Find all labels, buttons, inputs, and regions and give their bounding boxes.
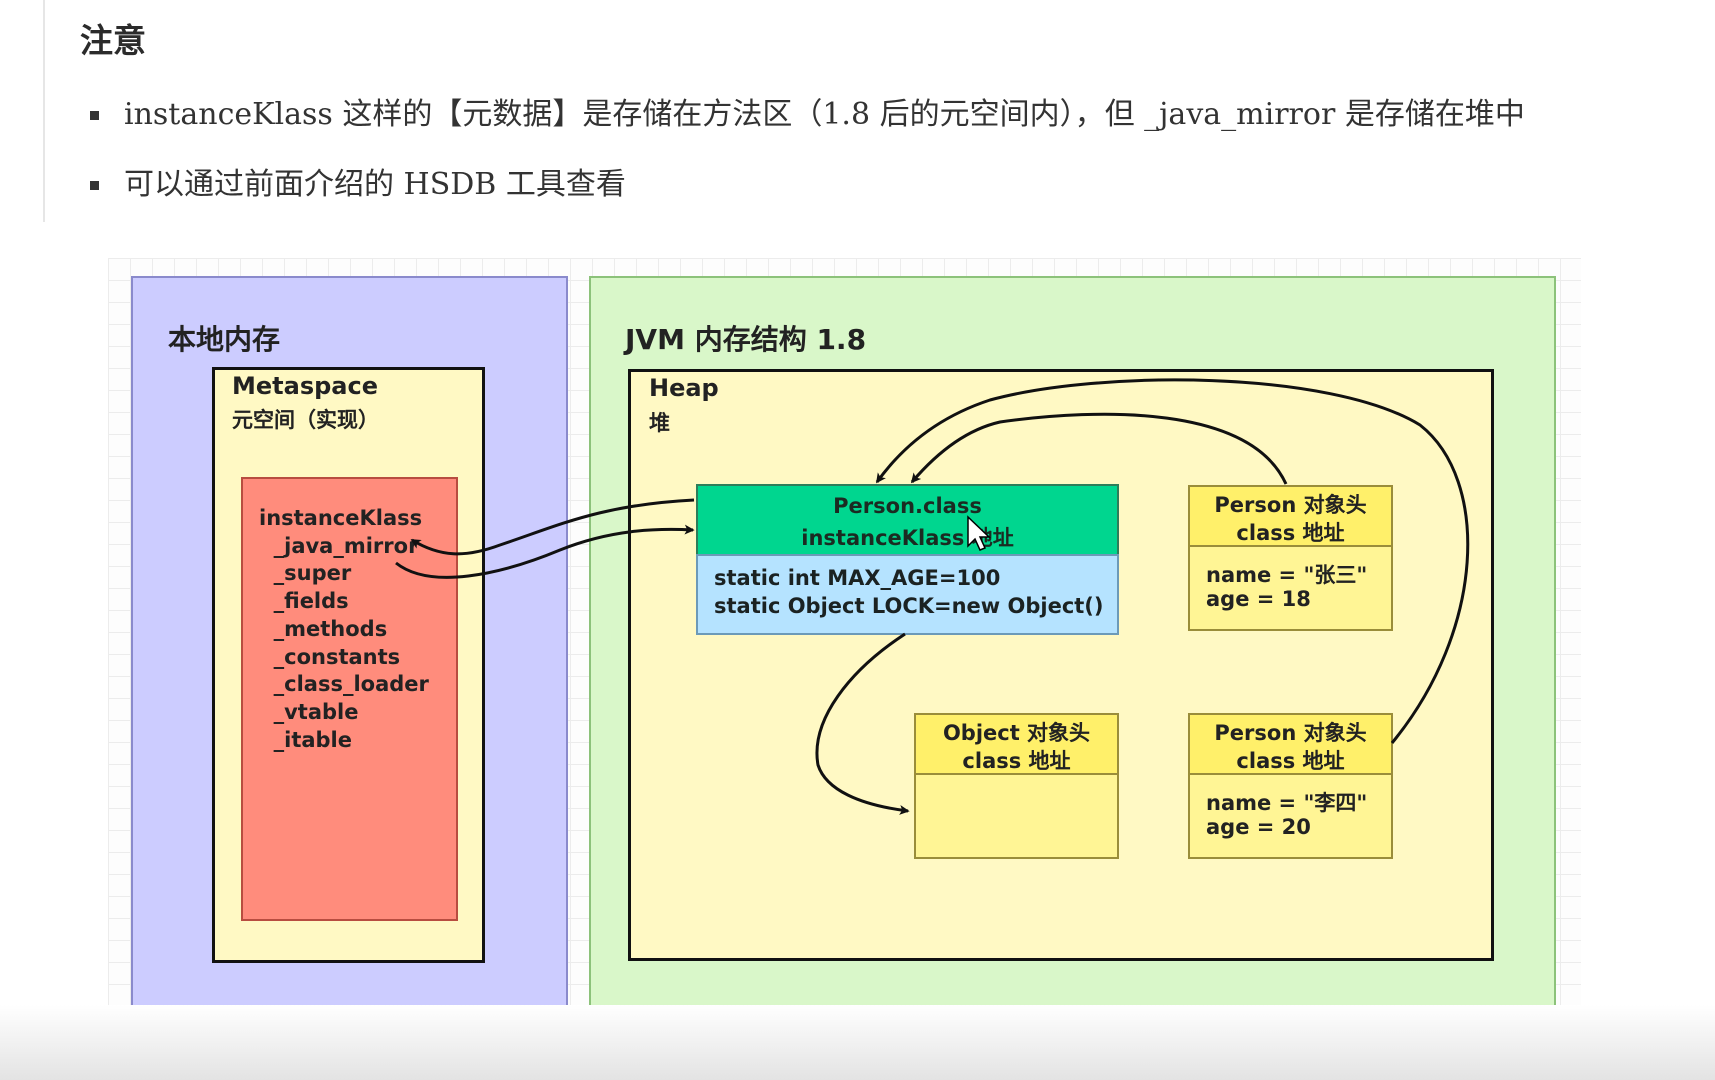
arrow-class-to-java-mirror [410, 498, 695, 556]
arrow-lock-to-object [815, 632, 910, 815]
arrow-person1-to-class [910, 412, 1288, 485]
cursor-icon [967, 515, 991, 551]
bottom-shadow [0, 1005, 1715, 1080]
reference-arrows [395, 378, 1470, 815]
